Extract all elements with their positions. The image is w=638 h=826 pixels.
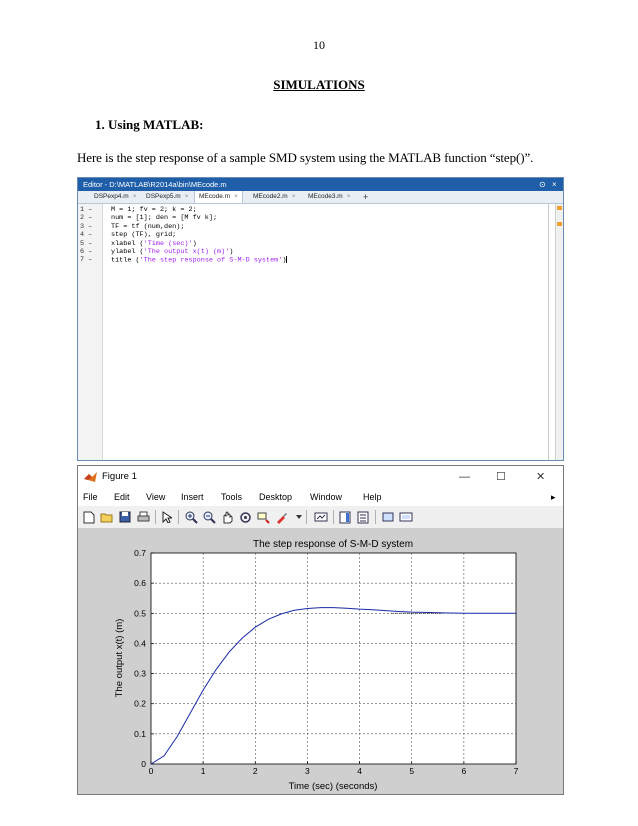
close-button[interactable]: ✕: [536, 466, 545, 488]
editor-tab-bar: DSPexp4.m × DSPexp5.m × MEcode.m × MEcode2.…: [78, 191, 563, 204]
legend-icon[interactable]: [356, 510, 370, 524]
chart-title: The step response of S-M-D system: [253, 539, 413, 550]
intro-paragraph: Here is the step response of a sample SM…: [77, 150, 534, 165]
matlab-editor-window: Editor - D:\MATLAB\R2014a\bin\MEcode.m ⊙…: [77, 177, 564, 461]
minimize-button[interactable]: —: [459, 466, 470, 488]
tab-close-icon[interactable]: ×: [133, 193, 137, 200]
y-axis-label: The output x(t) (m): [114, 619, 125, 698]
menu-desktop[interactable]: Desktop: [259, 488, 292, 506]
editor-scrollbar[interactable]: [555, 204, 563, 460]
toolbar-separator: [333, 510, 334, 524]
menu-tools[interactable]: Tools: [221, 488, 242, 506]
toolbar-separator: [375, 510, 376, 524]
toolbar-separator: [178, 510, 179, 524]
page-number: 10: [313, 38, 325, 52]
new-figure-icon[interactable]: [82, 510, 96, 524]
y-tick-label: 0.5: [134, 608, 146, 618]
x-tick-label: 7: [514, 766, 519, 776]
y-tick-label: 0.3: [134, 669, 146, 679]
link-icon[interactable]: [314, 510, 328, 524]
x-tick-label: 5: [409, 766, 414, 776]
add-tab-button[interactable]: +: [363, 191, 368, 203]
step-response-chart[interactable]: 0 1 2 3 4 5 6 7 0 0.1 0.2 0.3 0.4 0.5 0.6 0.7 The step …: [78, 529, 563, 794]
x-tick-label: 6: [461, 766, 466, 776]
brush-icon[interactable]: [274, 510, 288, 524]
editor-close-icon[interactable]: ×: [552, 178, 557, 191]
y-tick-label: 0.6: [134, 578, 146, 588]
tab-mecode2[interactable]: MEcode2.m ×: [249, 191, 299, 203]
y-tick-label: 0.1: [134, 729, 146, 739]
show-plot-tools-icon[interactable]: [399, 510, 413, 524]
warning-marker-icon[interactable]: [557, 222, 562, 226]
colorbar-icon[interactable]: [338, 510, 352, 524]
figure-menu-bar: File Edit View Insert Tools Desktop Wind…: [78, 488, 563, 506]
hide-plot-tools-icon[interactable]: [381, 510, 395, 524]
matlab-figure-window: Figure 1 — ☐ ✕ File Edit View Insert Too…: [77, 465, 564, 795]
right-margin-line: [548, 204, 549, 460]
x-tick-label: 0: [149, 766, 154, 776]
editor-options-icon[interactable]: ⊙: [539, 178, 546, 191]
menu-help[interactable]: Help: [363, 488, 382, 506]
menu-insert[interactable]: Insert: [181, 488, 204, 506]
toolbar-separator: [155, 510, 156, 524]
maximize-button[interactable]: ☐: [496, 466, 506, 488]
plot-area[interactable]: 0 1 2 3 4 5 6 7 0 0.1 0.2 0.3 0.4 0.5 0.6 0.7 The step …: [78, 529, 563, 794]
warning-marker-icon[interactable]: [557, 206, 562, 210]
menu-file[interactable]: File: [83, 488, 98, 506]
tab-close-icon[interactable]: ×: [347, 193, 351, 200]
menu-edit[interactable]: Edit: [114, 488, 130, 506]
tab-dspexp5[interactable]: DSPexp5.m ×: [142, 191, 192, 203]
matlab-logo-icon: [84, 472, 97, 482]
editor-code-area[interactable]: 1 – M = 1; fv = 2; k = 2; 2 – num = [1]; d…: [78, 204, 563, 460]
x-axis-label: Time (sec) (seconds): [289, 781, 378, 792]
x-tick-label: 4: [357, 766, 362, 776]
menu-view[interactable]: View: [146, 488, 165, 506]
menu-overflow-icon[interactable]: ▸: [551, 488, 556, 506]
tab-dspexp4[interactable]: DSPexp4.m ×: [90, 191, 140, 203]
tab-close-icon[interactable]: ×: [234, 193, 238, 200]
zoom-in-icon[interactable]: [184, 510, 198, 524]
brush-dropdown-icon[interactable]: [292, 510, 306, 524]
subsection-heading: 1. Using MATLAB:: [95, 117, 204, 132]
rotate-icon[interactable]: [238, 510, 252, 524]
tab-close-icon[interactable]: ×: [185, 193, 189, 200]
print-icon[interactable]: [136, 510, 150, 524]
x-tick-label: 2: [253, 766, 258, 776]
x-tick-label: 3: [305, 766, 310, 776]
y-tick-label: 0.4: [134, 638, 146, 648]
tab-mecode3[interactable]: MEcode3.m ×: [304, 191, 354, 203]
tab-close-icon[interactable]: ×: [292, 193, 296, 200]
axes-background: [150, 552, 517, 765]
section-heading: SIMULATIONS: [273, 77, 365, 92]
toolbar-separator: [306, 510, 307, 524]
pointer-icon[interactable]: [160, 510, 174, 524]
menu-window[interactable]: Window: [310, 488, 342, 506]
pan-icon[interactable]: [220, 510, 234, 524]
y-tick-label: 0.2: [134, 699, 146, 709]
figure-title-bar: Figure 1 — ☐ ✕: [78, 466, 563, 488]
zoom-out-icon[interactable]: [202, 510, 216, 524]
text-cursor: [286, 256, 288, 264]
figure-toolbar: [78, 506, 563, 529]
open-file-icon[interactable]: [100, 510, 114, 524]
x-tick-label: 1: [201, 766, 206, 776]
figure-title: Figure 1: [102, 471, 137, 482]
data-cursor-icon[interactable]: [256, 510, 270, 524]
tab-mecode[interactable]: MEcode.m ×: [194, 191, 243, 203]
y-tick-label: 0: [141, 759, 146, 769]
save-icon[interactable]: [118, 510, 132, 524]
y-tick-label: 0.7: [134, 548, 146, 558]
editor-title-bar: Editor - D:\MATLAB\R2014a\bin\MEcode.m ⊙…: [78, 178, 563, 191]
editor-title: Editor - D:\MATLAB\R2014a\bin\MEcode.m: [83, 180, 227, 189]
